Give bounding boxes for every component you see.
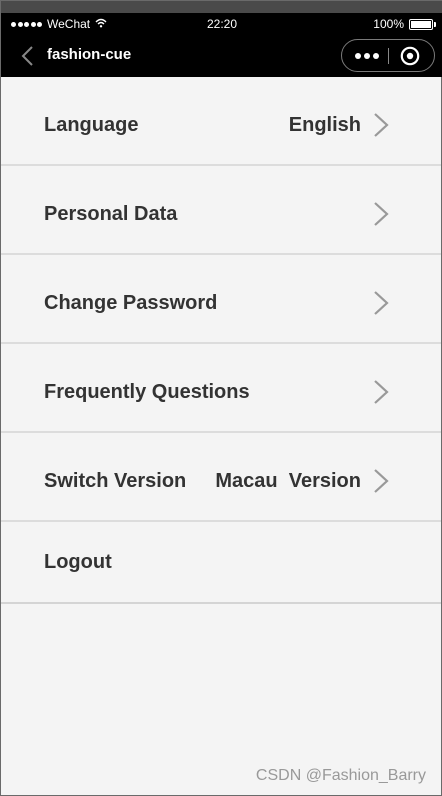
battery-icon [409,18,436,30]
battery-percent: 100% [373,17,404,31]
setting-value: Macau Version [215,470,361,492]
setting-change-password[interactable]: Change Password [1,255,441,344]
chevron-right-icon [373,379,389,405]
setting-label: Change Password [44,292,218,314]
logout-label: Logout [44,551,112,573]
settings-list: Language English Personal Data Change Pa… [1,77,442,604]
setting-switch-version[interactable]: Switch Version Macau Version [1,433,441,522]
chevron-right-icon [373,112,389,138]
chevron-right-icon [373,468,389,494]
more-icon[interactable] [352,40,382,71]
close-target-icon[interactable] [400,46,420,66]
setting-label: Personal Data [44,203,178,225]
back-chevron-icon[interactable] [19,45,37,67]
setting-frequently-questions[interactable]: Frequently Questions [1,344,441,433]
page-title: fashion-cue [47,46,132,63]
setting-value: English [288,114,361,136]
chevron-right-icon [373,201,389,227]
phone-screen: WeChat 22:20 100% fashion-cue Language E… [0,0,442,796]
nav-bar: fashion-cue [1,35,442,77]
miniprogram-capsule [341,39,435,72]
setting-label: Frequently Questions [44,381,250,403]
watermark: CSDN @Fashion_Barry [255,767,426,784]
setting-personal-data[interactable]: Personal Data [1,166,441,255]
top-strip [1,1,442,13]
chevron-right-icon [373,290,389,316]
setting-label: Switch Version [44,470,187,492]
battery-group: 100% [373,17,436,31]
setting-logout[interactable]: Logout [1,522,441,604]
setting-language[interactable]: Language English [1,77,441,166]
capsule-divider [388,48,389,64]
setting-label: Language [44,114,139,136]
status-bar: WeChat 22:20 100% [1,13,442,35]
